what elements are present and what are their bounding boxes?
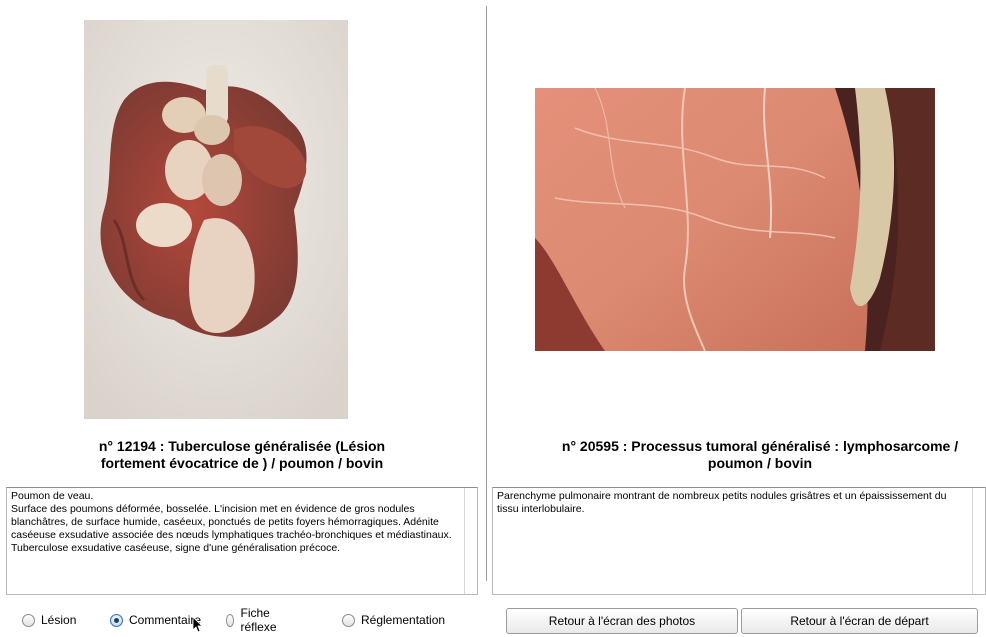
radio-commentaire-indicator[interactable] [110,613,123,627]
comment-line: tissu interlobulaire. [497,503,585,515]
lesion-photo-left [84,20,348,419]
comment-line: Surface des poumons déformée, bosselée. … [11,503,415,515]
lesion-photo-right [535,88,935,351]
caption-right: n° 20595 : Processus tumoral généralisé … [540,438,980,472]
back-to-start-button[interactable]: Retour à l'écran de départ [741,608,978,634]
comment-line: blanchâtres, de surface humide, caséeux,… [11,516,439,528]
radio-reglementation-indicator[interactable] [342,613,355,627]
radio-fiche-reflexe-indicator[interactable] [226,613,235,627]
comment-textarea-left[interactable]: Poumon de veau. Surface des poumons défo… [6,487,478,595]
radio-commentaire-label: Commentaire [129,613,202,627]
scrollbar-right[interactable] [972,488,973,594]
scrollbar-left[interactable] [464,488,465,594]
radio-lesion[interactable]: Lésion [22,610,76,630]
radio-commentaire[interactable]: Commentaire [110,610,201,630]
mouse-cursor-icon [193,617,203,633]
caption-left: n° 12194 : Tuberculose généralisée (Lési… [60,438,424,472]
caption-left-line1: n° 12194 : Tuberculose généralisée (Lési… [98,438,386,454]
radio-reglementation[interactable]: Réglementation [342,610,445,630]
radio-fiche-reflexe-label: Fiche réflexe [240,606,277,634]
radio-lesion-label: Lésion [41,613,77,627]
radio-reglementation-label: Réglementation [361,613,446,627]
comment-line: Poumon de veau. [11,490,94,502]
back-to-photos-button[interactable]: Retour à l'écran des photos [506,608,738,634]
comment-line: caséeuse exsudative associée des nœuds l… [11,529,452,541]
caption-right-line1: n° 20595 : Processus tumoral généralisé … [561,438,959,454]
panel-divider [486,6,487,581]
caption-left-line2: fortement évocatrice de ) / poumon / bov… [100,455,384,471]
radio-lesion-indicator[interactable] [22,613,35,627]
caption-right-line2: poumon / bovin [707,455,813,471]
comment-textarea-right[interactable]: Parenchyme pulmonaire montrant de nombre… [492,487,986,595]
comment-line: Tuberculose exsudative caséeuse, signe d… [11,542,341,554]
radio-fiche-reflexe[interactable]: Fiche réflexe [226,606,281,634]
comment-line: Parenchyme pulmonaire montrant de nombre… [497,490,947,502]
